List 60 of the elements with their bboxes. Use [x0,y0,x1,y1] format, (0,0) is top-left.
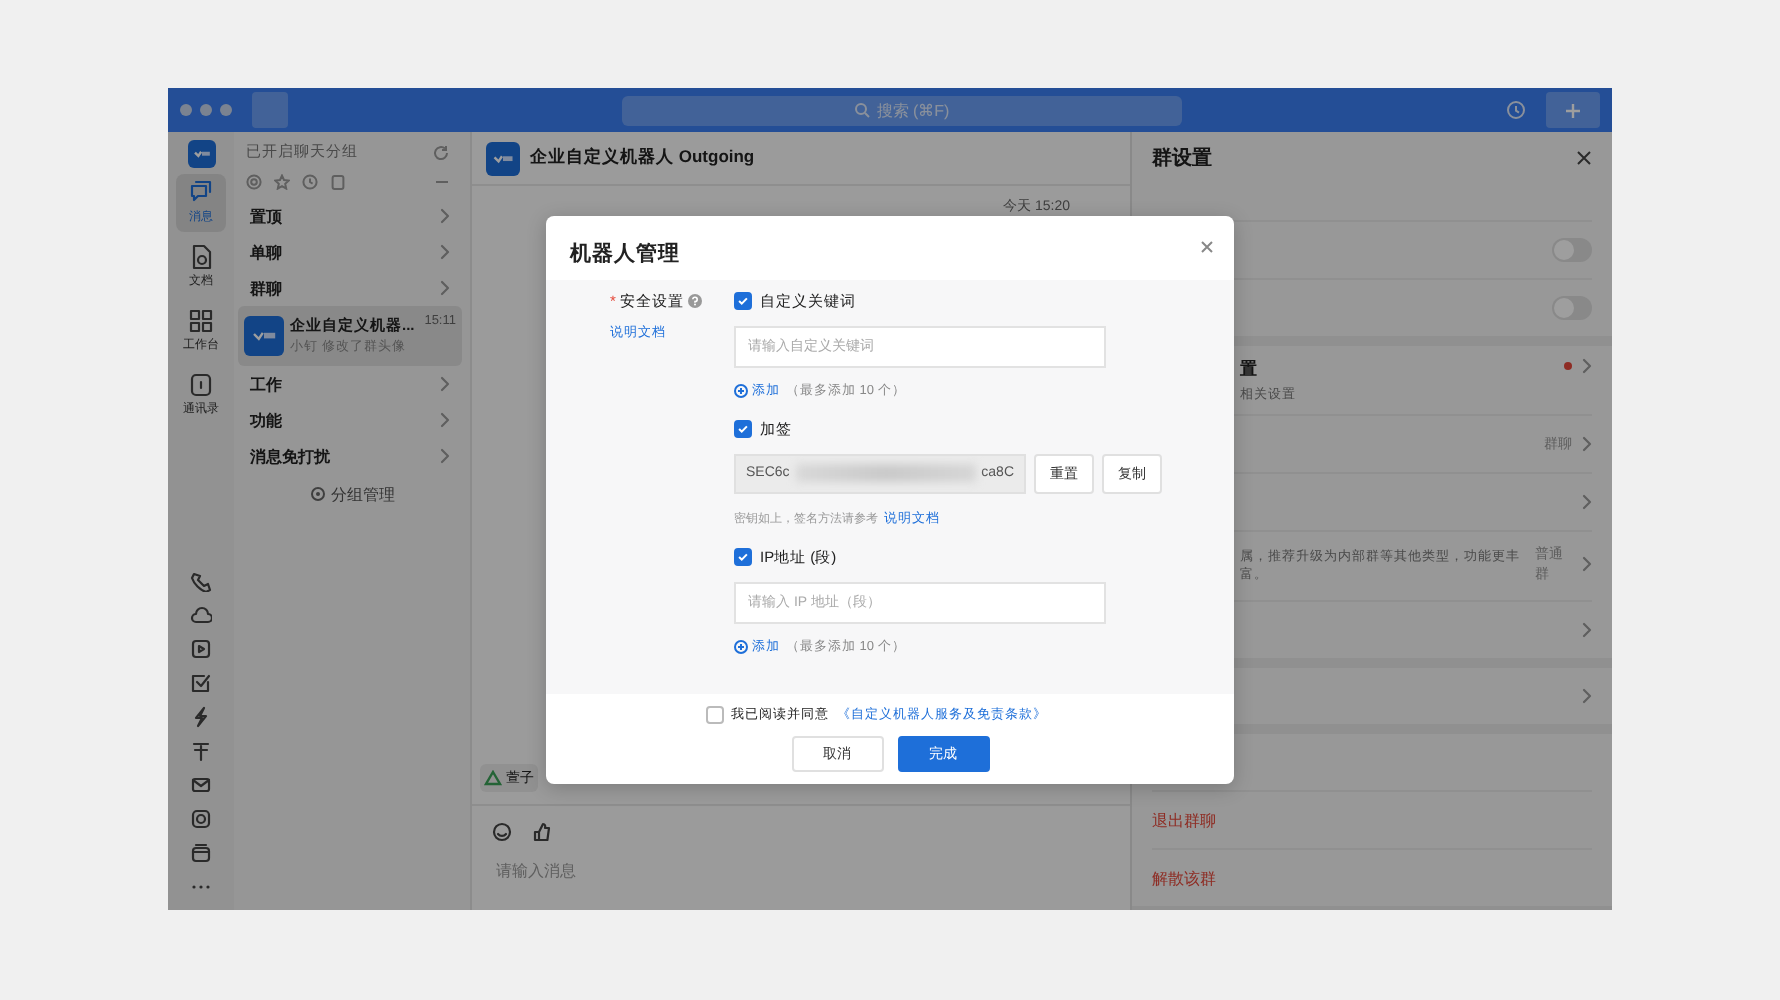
camera-icon[interactable] [190,808,212,830]
checkbox[interactable] [734,548,752,566]
close-icon[interactable] [1576,150,1592,166]
chevron-icon [1582,494,1592,510]
chevron-icon [440,376,450,392]
chevron-icon [440,244,450,260]
window-control-dot [200,104,212,116]
phone-icon[interactable] [190,570,212,592]
search-icon [854,102,871,118]
document-icon [188,244,214,270]
chat-group[interactable]: 功能 [234,402,470,438]
checkbox[interactable] [734,292,752,310]
chevron-icon [1582,436,1592,452]
help-icon[interactable] [687,294,702,308]
danger-action[interactable]: 解散该群 [1152,867,1216,889]
checkbox[interactable] [734,420,752,438]
chevron-icon [440,208,450,224]
chat-group[interactable]: 工作 [234,366,470,402]
play-icon[interactable] [190,638,212,660]
grid-icon [188,308,214,334]
close-icon[interactable] [1200,239,1214,253]
clipboard-icon[interactable] [330,174,346,190]
chat-icon [188,180,214,206]
checklist-icon[interactable] [190,672,212,694]
chevron-icon [440,448,450,464]
box-icon[interactable] [190,842,212,864]
tab-placeholder [252,92,288,128]
cloud-icon[interactable] [190,604,212,626]
contacts-icon [188,372,214,398]
avatar-icon [187,140,215,168]
chat-group[interactable]: 置顶 [234,198,470,234]
history-icon[interactable] [1506,100,1526,120]
plus-icon [1564,101,1582,119]
chat-group[interactable]: 群聊 [234,270,470,306]
mail-icon[interactable] [190,774,212,796]
chevron-icon [1582,556,1592,572]
chat-group[interactable]: 消息免打扰 [234,438,470,474]
thumbs-up-icon[interactable] [532,822,552,842]
avatar-icon [486,141,520,175]
settings-label: 置 [1240,357,1260,381]
chevron-icon [440,412,450,428]
star-icon[interactable] [274,174,290,190]
chevron-icon [1582,358,1592,374]
add-circle-icon [734,639,748,653]
add-circle-icon [734,383,748,397]
panel-title: 群设置 [1152,145,1212,172]
dialog-title: 机器人管理 [570,239,680,267]
danger-action[interactable]: 退出群聊 [1152,809,1216,831]
avatar-icon [244,316,284,356]
chevron-icon [440,280,450,296]
chevron-icon [1582,622,1592,638]
checkbox[interactable] [705,705,723,723]
window-control-dot [220,104,232,116]
emoji-icon[interactable] [492,822,512,842]
chat-title: 企业自定义机器人 Outgoing [530,146,755,170]
window-control-dot [180,104,192,116]
chat-group[interactable]: 单聊 [234,234,470,270]
lightning-icon[interactable] [190,706,212,728]
group-manage-button[interactable]: 分组管理 [234,480,470,508]
chevron-icon [1582,688,1592,704]
